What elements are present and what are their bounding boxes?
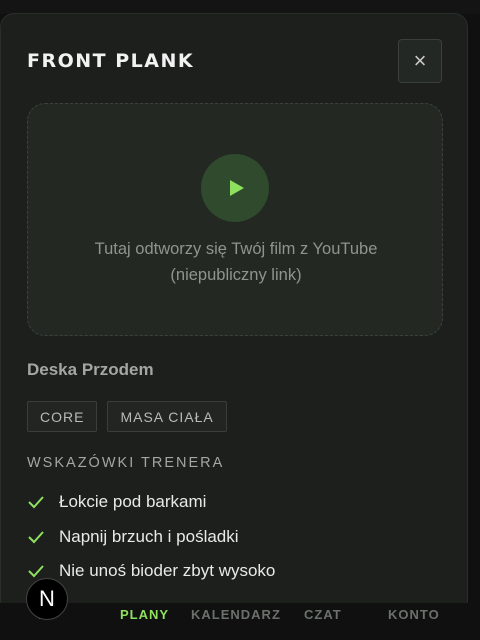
bottom-nav: IS PLANY KALENDARZ CZAT KONTO: [0, 603, 480, 640]
tip-item: Nie unoś bioder zbyt wysoko: [27, 554, 275, 589]
tips-list: Łokcie pod barkami Napnij brzuch i pośla…: [27, 485, 275, 589]
tip-text: Napnij brzuch i pośladki: [59, 526, 239, 546]
check-icon: [28, 496, 44, 509]
nav-item-chat[interactable]: CZAT: [304, 607, 342, 622]
dev-indicator-badge[interactable]: N: [26, 578, 68, 620]
app-page: FRONT PLANK × Tutaj odtworzy się Twój fi…: [0, 0, 480, 640]
tag-bodyweight: MASA CIAŁA: [107, 401, 227, 432]
video-placeholder-text: Tutaj odtworzy się Twój film z YouTube (…: [94, 240, 378, 284]
exercise-subtitle: Deska Przodem: [27, 360, 154, 379]
nav-item-plans[interactable]: PLANY: [120, 607, 169, 622]
nav-item-calendar[interactable]: KALENDARZ: [191, 607, 281, 622]
nav-item-account[interactable]: KONTO: [388, 607, 440, 622]
tip-text: Nie unoś bioder zbyt wysoko: [59, 561, 276, 581]
tag-list: CORE MASA CIAŁA: [27, 401, 227, 432]
play-icon: [229, 180, 244, 196]
tip-text: Łokcie pod barkami: [59, 492, 207, 512]
modal-title: FRONT PLANK: [27, 50, 195, 72]
play-button[interactable]: [201, 154, 269, 222]
top-strip: [0, 0, 480, 14]
tip-item: Napnij brzuch i pośladki: [27, 520, 275, 555]
exercise-modal: FRONT PLANK × Tutaj odtworzy się Twój fi…: [0, 13, 468, 615]
close-button[interactable]: ×: [398, 39, 442, 83]
tag-core: CORE: [27, 401, 98, 432]
check-icon: [28, 531, 44, 544]
tip-item: Łokcie pod barkami: [27, 485, 275, 520]
video-placeholder[interactable]: Tutaj odtworzy się Twój film z YouTube (…: [27, 103, 443, 336]
close-icon: ×: [413, 48, 427, 73]
tips-heading: WSKAZÓWKI TRENERA: [27, 455, 225, 471]
